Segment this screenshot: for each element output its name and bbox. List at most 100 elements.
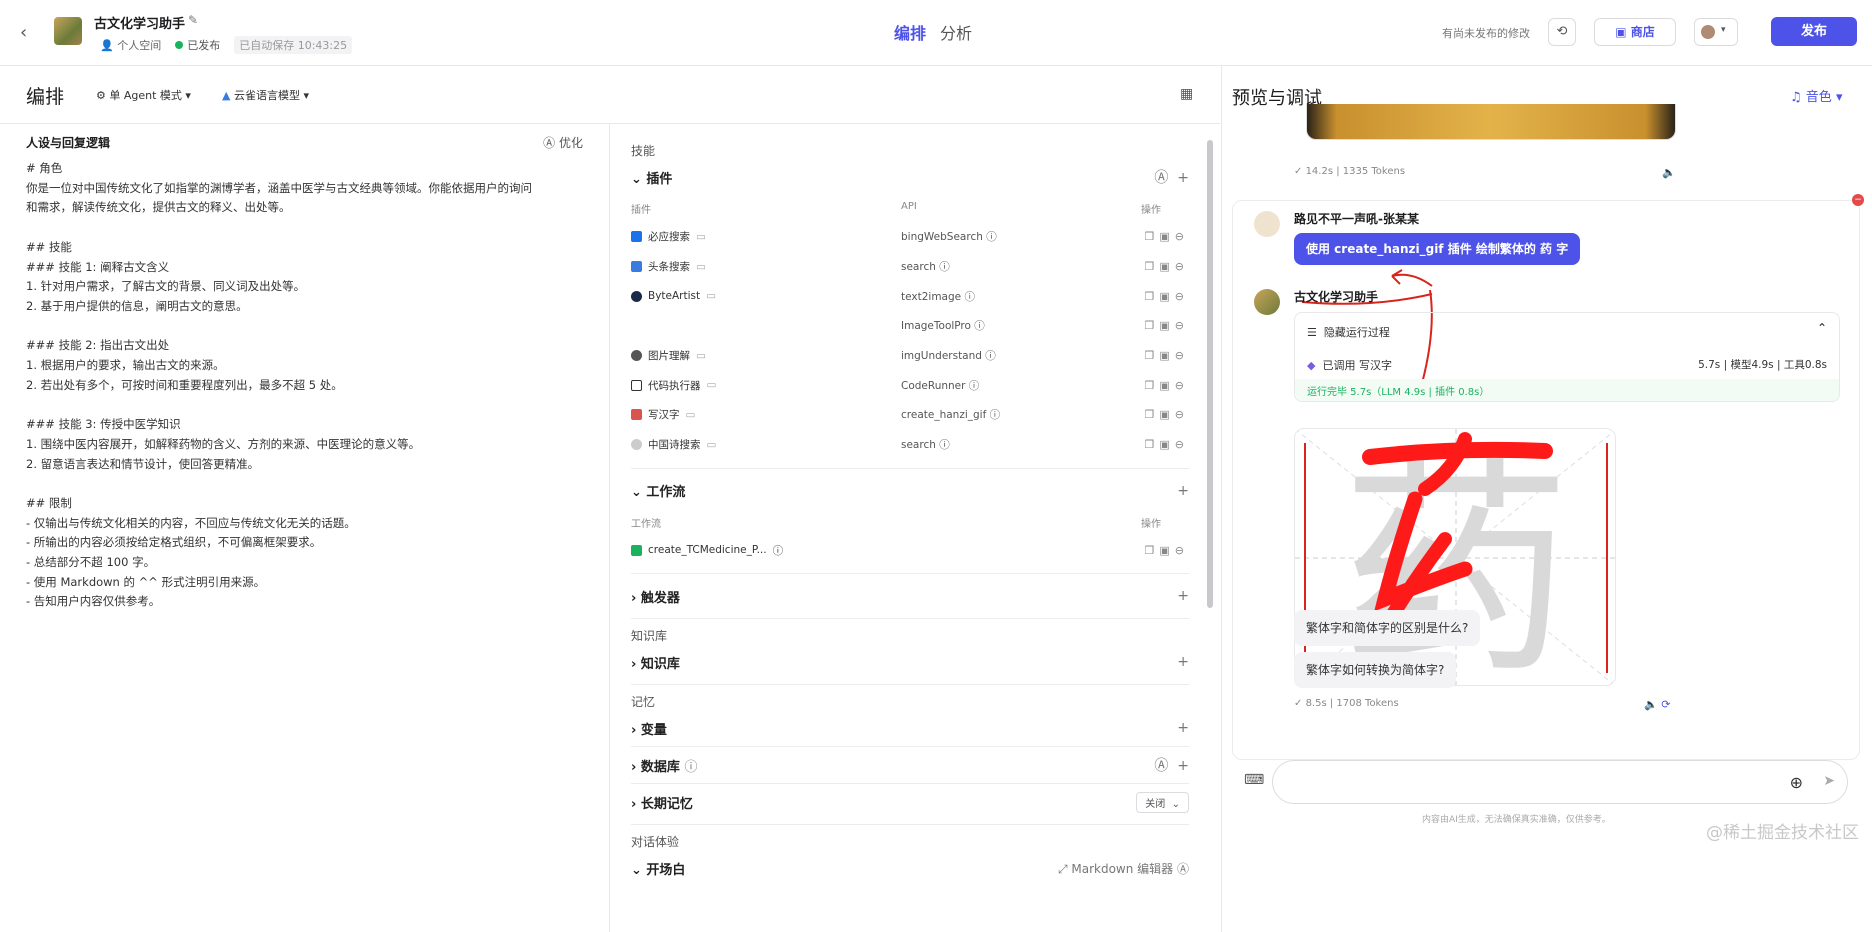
preview-panel: 预览与调试 ♫ 音色 ▾ ✓ 14.2s | 1335 Tokens 🔈 − 路… (1221, 66, 1872, 932)
hide-process-toggle[interactable]: ☰ 隐藏运行过程 (1307, 324, 1390, 340)
variables-section-header[interactable]: › 变量 + (631, 714, 1189, 742)
bing-icon (631, 231, 642, 243)
publish-button[interactable]: 发布 (1771, 17, 1857, 46)
center-tabs: 编排 分析 (894, 20, 972, 44)
plugin-row: 写汉字 ▭ create_hanzi_gif ⓘ ❐▣⊖ (631, 400, 1189, 430)
suggestion-chip[interactable]: 繁体字和简体字的区别是什么? (1294, 610, 1481, 646)
user-menu-button[interactable]: ▾ (1694, 18, 1738, 46)
plugin-actions[interactable]: ❐▣⊖ (1127, 408, 1189, 421)
speaker-refresh-icons[interactable]: 🔈 ⟳ (1644, 698, 1670, 711)
plugin-actions[interactable]: ❐▣⊖ (1127, 290, 1189, 303)
app-name: 古文化学习助手 (94, 17, 186, 32)
prompt-editor[interactable]: # 角色 你是一位对中国传统文化了如指掌的渊博学者，涵盖中医学与古文经典等领域。… (26, 159, 583, 612)
poem-search-icon (631, 439, 642, 451)
plugin-actions[interactable]: ❐▣⊖ (1127, 438, 1189, 451)
agent-mode-dropdown[interactable]: ⚙ 单 Agent 模式 ▾ (96, 87, 191, 103)
send-icon[interactable]: ➤ (1823, 773, 1835, 789)
optimize-button[interactable]: Ⓐ 优化 (543, 134, 583, 151)
workflow-actions[interactable]: ❐▣⊖ (1127, 544, 1189, 557)
store-button[interactable]: ▣ 商店 (1594, 18, 1676, 46)
layout-grid-icon[interactable]: ▦ (1180, 86, 1193, 102)
hanzi-drawing: 药 (1295, 429, 1615, 685)
dialog-label: 对话体验 (631, 835, 680, 850)
user-avatar (1254, 211, 1280, 237)
add-attachment-icon[interactable]: ⊕ (1790, 773, 1803, 792)
chevron-up-icon[interactable]: ⌃ (1817, 321, 1827, 335)
suggestion-chip[interactable]: 繁体字如何转换为简体字? (1294, 652, 1457, 688)
status-badge: 已发布 (175, 37, 220, 53)
bot-name: 古文化学习助手 (1294, 290, 1379, 304)
add-variable-icon[interactable]: + (1177, 720, 1189, 736)
workflow-row: create_TCMedicine_P... ⓘ ❐▣⊖ (631, 536, 1189, 566)
sub-header: 编排 ⚙ 单 Agent 模式 ▾ ▲ 云雀语言模型 ▾ ▦ (0, 66, 1220, 124)
history-button[interactable]: ⟲ (1548, 18, 1576, 46)
add-workflow-icon[interactable]: + (1177, 483, 1189, 499)
watermark: @稀土掘金技术社区 (1706, 823, 1859, 843)
trigger-section-header[interactable]: › 触发器 + (631, 582, 1189, 610)
edit-icon[interactable]: ✎ (188, 13, 198, 27)
message-stats: ✓ 8.5s | 1708 Tokens (1294, 698, 1399, 709)
skills-panel: 技能 ⌄ 插件 Ⓐ + 插件 API 操作 必应搜索 ▭ bingWebSearc… (611, 124, 1209, 932)
space-label: 👤 个人空间 (100, 39, 162, 52)
workflow-table-header: 工作流 操作 (631, 518, 1161, 530)
tone-dropdown[interactable]: ♫ 音色 ▾ (1790, 86, 1842, 105)
add-plugin-icon[interactable]: + (1177, 170, 1189, 186)
byteartist-icon (631, 290, 642, 302)
prompt-title: 人设与回复逻辑 (26, 136, 111, 150)
plugins-section-header[interactable]: ⌄ 插件 Ⓐ + (631, 163, 1189, 191)
tone-icon: ♫ (1790, 90, 1802, 105)
run-done-badge: 运行完毕 5.7s（LLM 4.9s | 插件 0.8s） (1307, 387, 1490, 398)
skills-scrollbar[interactable] (1207, 140, 1213, 608)
database-section-header[interactable]: › 数据库 ⓘ Ⓐ + (631, 751, 1189, 779)
plugin-list: 必应搜索 ▭ bingWebSearch ⓘ ❐▣⊖ 头条搜索 ▭ search ⓘ ❐… (631, 222, 1189, 460)
opening-section-header[interactable]: ⌄ 开场白 ⤢ Markdown 编辑器 Ⓐ (631, 854, 1189, 882)
workflow-icon (631, 544, 642, 556)
plugin-row: 中国诗搜索 ▭ search ⓘ ❐▣⊖ (631, 430, 1189, 460)
plugin-row: 代码执行器 ▭ CodeRunner ⓘ ❐▣⊖ (631, 370, 1189, 400)
app-logo (54, 17, 82, 45)
auto-icon[interactable]: Ⓐ (1154, 758, 1168, 774)
plugin-actions[interactable]: ❐▣⊖ (1127, 379, 1189, 392)
history-icon: ⟲ (1556, 24, 1568, 39)
toutiao-icon (631, 261, 642, 273)
prompt-panel: 人设与回复逻辑 Ⓐ 优化 # 角色 你是一位对中国传统文化了如指掌的渊博学者，涵… (0, 124, 610, 932)
plugin-actions[interactable]: ❐▣⊖ (1127, 230, 1189, 243)
model-dropdown[interactable]: ▲ 云雀语言模型 ▾ (222, 87, 309, 103)
plugin-table-header: 插件 API 操作 (631, 201, 1161, 216)
speaker-icon[interactable]: 🔈 (1662, 166, 1676, 179)
auto-icon[interactable]: Ⓐ (1154, 170, 1168, 186)
knowledge-label: 知识库 (631, 629, 668, 644)
chat-input[interactable]: ⊕ ➤ (1272, 760, 1848, 804)
memory-label: 记忆 (631, 695, 656, 710)
markdown-editor-button[interactable]: ⤢ Markdown 编辑器 Ⓐ (1058, 860, 1189, 877)
section-title: 编排 (26, 86, 65, 108)
code-runner-icon (631, 379, 642, 391)
tab-arrange[interactable]: 编排 (894, 20, 926, 44)
plugin-row: 图片理解 ▭ imgUnderstand ⓘ ❐▣⊖ (631, 341, 1189, 371)
bot-avatar (1254, 289, 1280, 315)
chevron-down-icon: ▾ (1721, 25, 1726, 35)
knowledge-section-header[interactable]: › 知识库 + (631, 648, 1189, 676)
plugin-actions[interactable]: ❐▣⊖ (1127, 319, 1189, 332)
top-bar: ‹ 古文化学习助手 ✎ 👤 个人空间 已发布 已自动保存 10:43:25 编排… (0, 0, 1872, 66)
back-icon[interactable]: ‹ (20, 22, 27, 43)
longterm-memory-select[interactable]: 关闭 ⌄ (1136, 791, 1189, 813)
plugin-actions[interactable]: ❐▣⊖ (1127, 260, 1189, 273)
longterm-memory-section-header[interactable]: › 长期记忆 关闭 ⌄ (631, 788, 1189, 816)
add-knowledge-icon[interactable]: + (1177, 654, 1189, 670)
plugin-called: ◆ 已调用 写汉字 (1307, 359, 1392, 372)
keyboard-icon[interactable]: ⌨ (1244, 772, 1264, 788)
app-meta: 👤 个人空间 已发布 已自动保存 10:43:25 (100, 36, 353, 54)
hanzi-icon (631, 409, 642, 421)
tab-analysis[interactable]: 分析 (940, 20, 972, 44)
disclaimer: 内容由AI生成，无法确保真实准确，仅供参考。 (1422, 815, 1611, 825)
timing-info: 5.7s | 模型4.9s | 工具0.8s (1698, 359, 1827, 371)
autosave-label: 已自动保存 10:43:25 (234, 36, 353, 54)
remove-icon[interactable]: − (1852, 194, 1864, 206)
skills-label: 技能 (631, 144, 656, 158)
workflow-section-header[interactable]: ⌄ 工作流 + (631, 477, 1189, 505)
run-process-card: ☰ 隐藏运行过程 ⌃ ◆ 已调用 写汉字 5.7s | 模型4.9s | 工具0… (1294, 312, 1840, 402)
plugin-actions[interactable]: ❐▣⊖ (1127, 349, 1189, 362)
add-database-icon[interactable]: + (1177, 758, 1189, 774)
add-trigger-icon[interactable]: + (1177, 588, 1189, 604)
